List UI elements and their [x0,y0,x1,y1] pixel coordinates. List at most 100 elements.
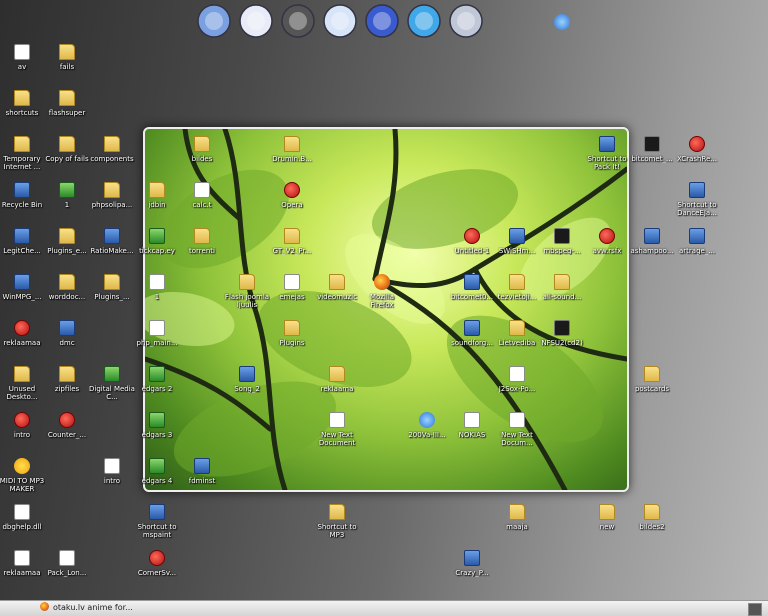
desktop-icon-label: tezvietoji... [497,293,537,301]
desktop-icon[interactable]: CornerSv... [134,550,180,577]
desktop-icon[interactable]: Drumin.B... [269,136,315,163]
desktop-icon[interactable]: Shortcut to Pack It! [584,136,630,171]
recycle-bin-icon[interactable] [447,2,485,40]
desktop-icon[interactable]: flashsuper [44,90,90,117]
desktop-icon[interactable]: videomuzic [314,274,360,301]
desktop-icon[interactable]: intro [0,412,45,439]
desktop-icon[interactable]: LegitChe... [0,228,45,255]
desktop-icon[interactable]: Lietvediba [494,320,540,347]
desktop-icon[interactable]: MIDI TO MP3 MAKER [0,458,45,493]
desktop-icon[interactable]: mbspeg-... [539,228,585,255]
folder-icon [14,366,30,382]
desktop-icon[interactable]: Digital Media C... [89,366,135,401]
desktop-icon[interactable]: Unused Deskto... [0,366,45,401]
desktop-icon[interactable]: php_main... [134,320,180,347]
desktop-icon[interactable]: Recycle Bin [0,182,45,209]
desktop-icon[interactable]: avw.rsfx [584,228,630,255]
desktop-icon[interactable] [539,14,585,33]
desktop-icon[interactable]: bitcomet0... [449,274,495,301]
gear-icon[interactable] [279,2,317,40]
clock-icon[interactable] [237,2,275,40]
desktop-icon[interactable]: Flash joomla ljuulis [224,274,270,309]
desktop-icon-label: Lietvediba [498,339,536,347]
desktop-icon[interactable]: torrenti [179,228,225,255]
desktop-icon[interactable]: zipfiles [44,366,90,393]
desktop-icon[interactable]: Crazy_P... [449,550,495,577]
desktop-icon[interactable]: jdbin [134,182,180,209]
desktop-icon[interactable]: Mozilla Firefox [359,274,405,309]
desktop-icon[interactable]: bildes [179,136,225,163]
desktop-icon[interactable]: GT_V2_Pr... [269,228,315,255]
desktop-icon[interactable]: calc.t [179,182,225,209]
desktop-icon[interactable]: dmc [44,320,90,347]
desktop-icon[interactable]: bitcomet_... [629,136,675,163]
desktop-icon[interactable]: reklaama [314,366,360,393]
desktop-icon-label: Copy of fails [45,155,89,163]
desktop-icon[interactable]: Opera [269,182,315,209]
taskbar-window-button[interactable]: otaku.lv anime for... [40,602,280,614]
desktop-icon[interactable]: Copy of fails [44,136,90,163]
desktop-icon[interactable]: 1 [134,274,180,301]
desktop-icon[interactable]: edgars 4 [134,458,180,485]
desktop-icon[interactable]: intro [89,458,135,485]
desktop-icon[interactable]: reklaamaa [0,320,45,347]
desktop-icon[interactable]: worddoc... [44,274,90,301]
document-icon[interactable] [321,2,359,40]
desktop-icon[interactable]: fdminst [179,458,225,485]
desktop-icon[interactable]: 200Va-III... [404,412,450,439]
desktop-icon[interactable]: Pack_Lon... [44,550,90,577]
desktop-icon-label: new [599,523,615,531]
tray-icon[interactable] [748,603,762,616]
desktop-icon[interactable]: components [89,136,135,163]
desktop-icon[interactable]: WinMPG_... [0,274,45,301]
desktop-icon[interactable]: reklaamaa [0,550,45,577]
desktop-icon[interactable]: bildes2 [629,504,675,531]
desktop-icon[interactable]: all-sound... [539,274,585,301]
desktop-icon-label: CornerSv... [137,569,177,577]
desktop-icon[interactable]: dbghelp.dll [0,504,45,531]
desktop-icon[interactable]: RatioMake... [89,228,135,255]
desktop-icon[interactable]: Shortcut to DanceEJa... [674,182,720,217]
desktop-icon[interactable]: phpsolipa... [89,182,135,209]
desktop-icon[interactable]: Shortcut to mspaint [134,504,180,539]
desktop-icon[interactable]: Plugins [269,320,315,347]
desktop-icon[interactable]: edgars 2 [134,366,180,393]
desktop-icon[interactable]: new [584,504,630,531]
desktop-icon[interactable]: Temporary Internet ... [0,136,45,171]
desktop-icon[interactable]: soundforg... [449,320,495,347]
desktop-icon[interactable]: 1 [44,182,90,209]
desktop-icon[interactable]: Shortcut to MP3 [314,504,360,539]
doc-icon [14,504,30,520]
desktop-icon[interactable]: av [0,44,45,71]
desktop-icon[interactable]: NFSU2(cd2) [539,320,585,347]
desktop-icon-label: worddoc... [48,293,86,301]
desktop-icon[interactable]: Plugins_e... [44,228,90,255]
browser-icon[interactable] [363,2,401,40]
desktop-icon[interactable]: J2Sox-Po... [494,366,540,393]
tools-icon[interactable] [405,2,443,40]
desktop-icon[interactable]: artrage_... [674,228,720,255]
home-icon[interactable] [195,2,233,40]
desktop-icon[interactable]: New Text Document [314,412,360,447]
desktop-icon[interactable]: postcards [629,366,675,393]
desktop-icon[interactable]: XCrashRe... [674,136,720,163]
desktop-icon[interactable]: New Text Docum... [494,412,540,447]
desktop-icon[interactable]: Untitled-1 [449,228,495,255]
folder-icon [59,366,75,382]
desktop-icon[interactable]: tezvietoji... [494,274,540,301]
doc-icon [329,412,345,428]
desktop-icon[interactable]: Plugins_... [89,274,135,301]
desktop-icon[interactable]: tickcap.ey [134,228,180,255]
desktop-icon[interactable]: shortcuts [0,90,45,117]
desktop-icon[interactable]: edgars 3 [134,412,180,439]
desktop-icon[interactable]: NOKIAS [449,412,495,439]
desktop-icon[interactable]: ashampoo... [629,228,675,255]
desktop-icon[interactable]: maaja [494,504,540,531]
desktop-icon[interactable]: Song_2 [224,366,270,393]
desktop-icon[interactable]: emejas [269,274,315,301]
desktop-icon[interactable]: fails [44,44,90,71]
desktop-icon[interactable]: SWiSHm... [494,228,540,255]
firefox-icon [40,602,49,611]
desktop-icon-label: Pack_Lon... [47,569,87,577]
desktop-icon[interactable]: Counter_... [44,412,90,439]
